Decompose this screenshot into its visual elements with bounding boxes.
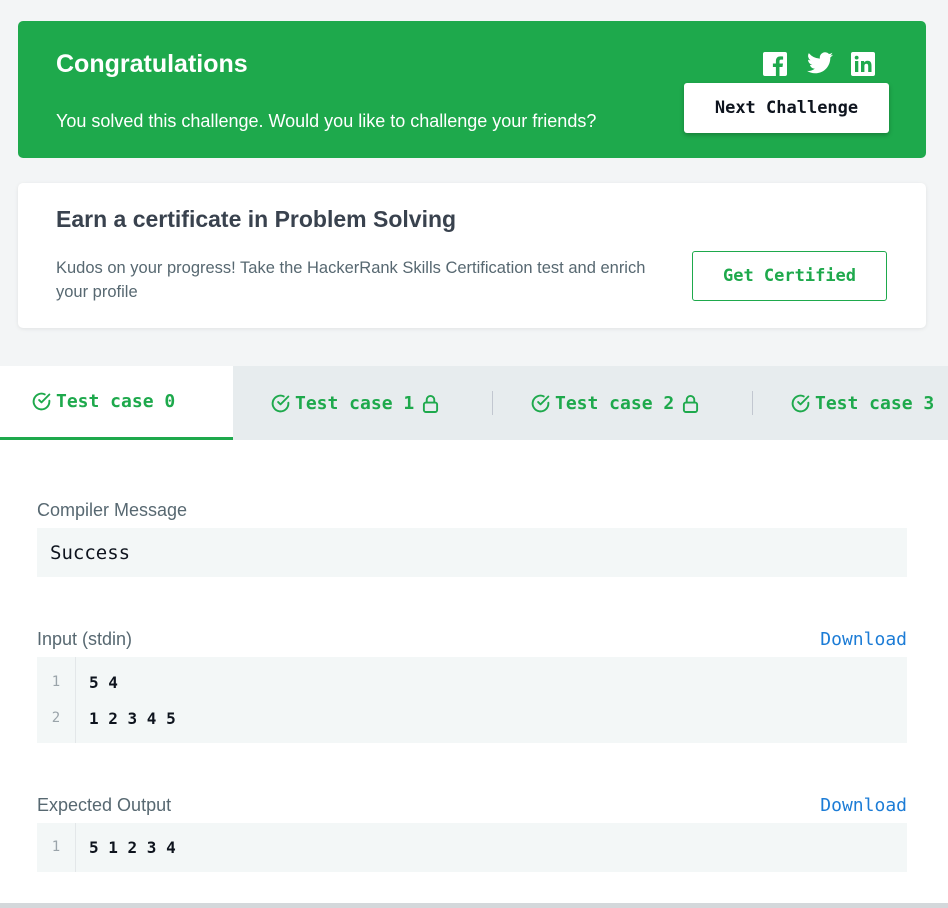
code-line: 1 5 4 <box>37 664 118 700</box>
check-circle-icon <box>32 392 51 411</box>
check-circle-icon <box>271 394 290 412</box>
lock-icon <box>423 394 439 413</box>
tab-label: Test case 3 <box>815 392 935 414</box>
tab-test-case-1[interactable]: Test case 1 <box>270 366 439 440</box>
code-line: 2 1 2 3 4 5 <box>37 700 176 736</box>
get-certified-button[interactable]: Get Certified <box>692 251 887 301</box>
tab-divider <box>492 391 493 415</box>
line-content: 1 2 3 4 5 <box>89 708 176 728</box>
twitter-icon[interactable] <box>807 52 833 76</box>
tab-test-case-2[interactable]: Test case 2 <box>530 366 699 440</box>
line-content: 5 4 <box>89 672 118 692</box>
line-number: 2 <box>51 710 61 726</box>
certificate-title: Earn a certificate in Problem Solving <box>56 206 457 232</box>
congratulations-message: You solved this challenge. Would you lik… <box>56 111 597 131</box>
input-label: Input (stdin) <box>37 629 133 649</box>
certificate-description: Kudos on your progress! Take the HackerR… <box>56 259 646 301</box>
expected-output-label: Expected Output <box>37 795 172 815</box>
tab-label: Test case 0 <box>56 391 176 412</box>
check-circle-icon <box>531 394 550 412</box>
congratulations-banner: Congratulations You solved this challeng… <box>18 21 926 158</box>
linkedin-icon[interactable] <box>851 52 875 76</box>
test-case-tabs: Test case 0 Test case 1 Test case 2 Test… <box>0 366 948 440</box>
next-challenge-button[interactable]: Next Challenge <box>684 83 889 133</box>
expected-output-download-link[interactable]: Download <box>820 795 907 816</box>
tab-test-case-0[interactable]: Test case 0 <box>0 366 233 440</box>
check-circle-icon <box>791 394 810 412</box>
facebook-icon[interactable] <box>763 52 787 76</box>
compiler-message-box: Success <box>37 528 907 577</box>
congratulations-title: Congratulations <box>56 50 248 78</box>
certificate-card: Earn a certificate in Problem Solving Ku… <box>18 183 926 328</box>
lock-icon <box>683 394 699 413</box>
tab-divider <box>752 391 753 415</box>
line-content: 5 1 2 3 4 <box>89 837 176 857</box>
tab-label: Test case 2 <box>555 392 675 414</box>
bottom-scrollbar[interactable] <box>0 903 948 908</box>
input-code-box: 1 5 4 2 1 2 3 4 5 <box>37 657 907 743</box>
test-case-panel: Compiler Message Success Input (stdin) D… <box>0 440 948 903</box>
input-download-link[interactable]: Download <box>820 629 907 650</box>
line-number: 1 <box>51 674 61 690</box>
tab-label: Test case 1 <box>295 392 415 414</box>
code-line: 1 5 1 2 3 4 <box>37 829 176 865</box>
expected-output-code-box: 1 5 1 2 3 4 <box>37 823 907 872</box>
compiler-message-label: Compiler Message <box>37 500 188 520</box>
line-number: 1 <box>51 839 61 855</box>
tab-test-case-3[interactable]: Test case 3 <box>790 366 934 440</box>
